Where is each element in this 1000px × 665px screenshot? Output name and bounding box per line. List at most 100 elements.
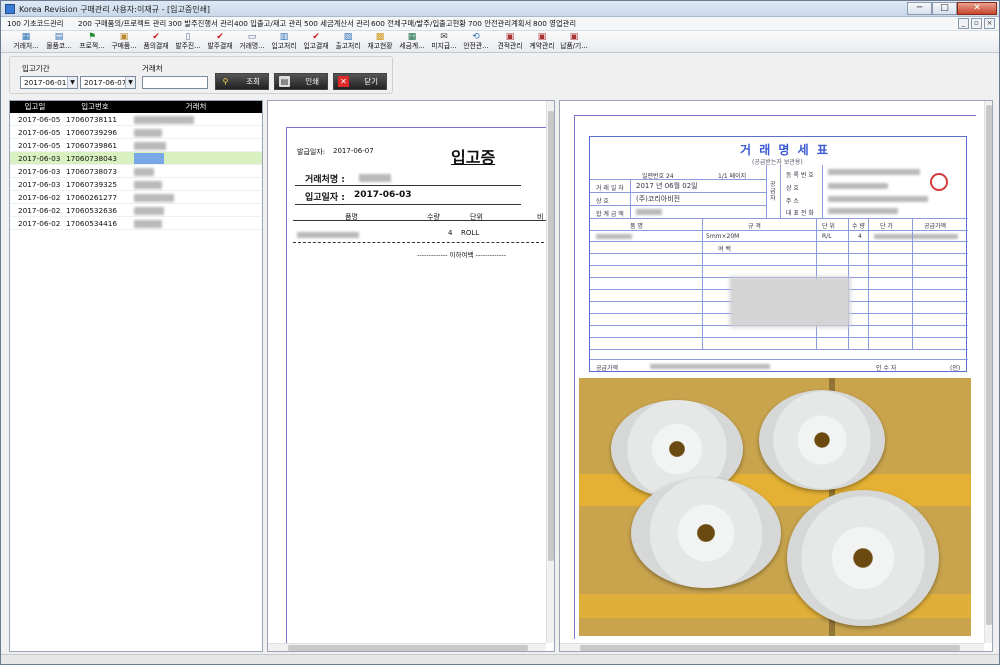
search-button[interactable]: ⚲ 조회 <box>215 73 269 90</box>
attachment-preview: 거 래 명 세 표 (공급받는자 보관용) 일련번호 24 1/1 페이지 거 … <box>559 100 993 652</box>
menu-purchase-project[interactable]: 200 구매품의/프로젝트 관리 <box>78 19 166 29</box>
vendor-label: 거래처 <box>142 64 163 73</box>
col-vendor-header[interactable]: 거래처 <box>130 101 262 113</box>
tb-inbound-approval-button[interactable]: ✔ 입고결재 <box>301 32 331 52</box>
menu-overall-status[interactable]: 600 전체구매/발주/입출고현황 <box>371 19 466 29</box>
doc-icon: ▭ <box>247 32 257 42</box>
col-qty: 수량 <box>427 213 440 221</box>
search-icon: ⚲ <box>222 77 229 86</box>
table-row[interactable]: 2017-06-02 17060532636 <box>10 204 262 217</box>
cart-icon: ▣ <box>119 32 129 42</box>
redacted-stamp <box>730 277 850 327</box>
table-row[interactable]: 2017-06-05 17060739296 <box>10 126 262 139</box>
check-icon: ✔ <box>312 32 320 42</box>
tb-tax-button[interactable]: ▦ 세금계... <box>397 32 427 52</box>
tb-order-progress-button[interactable]: ▯ 발주진... <box>173 32 203 52</box>
tb-safety-button[interactable]: ⟲ 안전관... <box>461 32 491 52</box>
app-window: Korea Revision 구매관리 사용자:이재규 - [입고증인쇄] ─ … <box>0 0 1000 665</box>
attachment-page: 거 래 명 세 표 (공급받는자 보관용) 일련번호 24 1/1 페이지 거 … <box>574 115 976 639</box>
receipt-preview: 발급일자: 2017-06-07 입고증 거래처명 : 입고일자 : 2017-… <box>267 100 555 652</box>
item-unit: ROLL <box>461 229 480 237</box>
tb-contract-button[interactable]: ▣ 계약관리 <box>527 32 557 52</box>
menu-order-progress[interactable]: 300 발주진행서 관리 <box>168 19 234 29</box>
tb-delivery-button[interactable]: ▣ 납품/기... <box>559 32 589 52</box>
close-button[interactable]: ✕ 닫기 <box>333 73 387 90</box>
tb-project-button[interactable]: ⚑ 프로젝... <box>77 32 107 52</box>
item-qty: 4 <box>448 229 453 237</box>
company-seal <box>930 173 948 191</box>
calc-icon: ▦ <box>407 32 417 42</box>
book-icon: ▣ <box>537 32 547 42</box>
table-row[interactable]: 2017-06-02 17060261277 <box>10 191 262 204</box>
check-icon: ✔ <box>152 32 160 42</box>
date-from-picker[interactable]: 2017-06-01 ▼ <box>20 76 78 89</box>
menu-bar: 100 기초코드관리 200 구매품의/프로젝트 관리 300 발주진행서 관리… <box>1 17 999 31</box>
blank-marker: ------------- 이하여백 ------------- <box>417 251 507 259</box>
table-row[interactable]: 2017-06-02 17060534416 <box>10 217 262 230</box>
menu-safety-plan[interactable]: 700 안전관리계획서 <box>468 19 531 29</box>
close-icon: ✕ <box>338 76 349 87</box>
receipt-vscroll[interactable] <box>546 101 554 643</box>
receipt-title: 입고증 <box>451 148 496 167</box>
filter-panel: 입고기간 거래처 2017-06-01 ▼ 2017-06-07 ▼ ⚲ 조회 ▤ 인쇄… <box>9 56 393 94</box>
menu-sales[interactable]: 800 영업관리 <box>533 19 576 29</box>
chevron-down-icon[interactable]: ▼ <box>125 77 135 88</box>
maximize-button[interactable]: □ <box>932 2 957 15</box>
col-unit: 단위 <box>470 213 483 221</box>
spool-image <box>759 390 885 490</box>
receipt-page: 발급일자: 2017-06-07 입고증 거래처명 : 입고일자 : 2017-… <box>286 127 549 645</box>
close-window-button[interactable]: ✕ <box>957 2 997 15</box>
book-icon: ▣ <box>569 32 579 42</box>
mdi-restore-button[interactable]: ▫ <box>971 18 982 29</box>
menu-tax-invoice[interactable]: 500 세금계산서 관리 <box>304 19 370 29</box>
chevron-down-icon[interactable]: ▼ <box>67 77 77 88</box>
inbox-icon: ▥ <box>279 32 289 42</box>
book-icon: ▣ <box>505 32 515 42</box>
status-bar <box>1 654 999 664</box>
tb-purchase-button[interactable]: ▣ 구매품... <box>109 32 139 52</box>
col-extra: 비 <box>537 213 544 221</box>
tb-statement-button[interactable]: ▭ 거래명... <box>237 32 267 52</box>
menu-basic-code[interactable]: 100 기초코드관리 <box>7 19 64 29</box>
tb-order-approval-button[interactable]: ✔ 발주결재 <box>205 32 235 52</box>
tb-stock-button[interactable]: ▩ 재고현황 <box>365 32 395 52</box>
col-item: 품명 <box>345 213 358 221</box>
table-row[interactable]: 2017-06-05 17060739861 <box>10 139 262 152</box>
toolbar: ▦ 거래처... ▤ 물품코... ⚑ 프로젝... ▣ 구매품... ✔ 품의결재 ▯ 발… <box>1 31 999 53</box>
date-to-picker[interactable]: 2017-06-07 ▼ <box>80 76 136 89</box>
tb-outbound-button[interactable]: ▧ 출고처리 <box>333 32 363 52</box>
app-icon <box>5 4 15 14</box>
col-date-header[interactable]: 입고일 <box>10 101 60 113</box>
menu-inventory[interactable]: 400 입출고/재고 관리 <box>234 19 302 29</box>
attachment-hscroll[interactable] <box>560 643 984 651</box>
tb-vendor-button[interactable]: ▦ 거래처... <box>11 32 41 52</box>
tb-approval-button[interactable]: ✔ 품의결재 <box>141 32 171 52</box>
tb-unpaid-button[interactable]: ✉ 미지급... <box>429 32 459 52</box>
minimize-button[interactable]: ─ <box>907 2 932 15</box>
outbox-icon: ▧ <box>343 32 353 42</box>
print-button[interactable]: ▤ 인쇄 <box>274 73 328 90</box>
issue-date-value: 2017-06-07 <box>333 147 374 155</box>
mdi-close-button[interactable]: × <box>984 18 995 29</box>
col-no-header[interactable]: 입고번호 <box>60 101 130 113</box>
table-row[interactable]: 2017-06-05 17060738111 <box>10 113 262 126</box>
printer-icon: ▤ <box>279 76 290 87</box>
receipt-hscroll[interactable] <box>268 643 546 651</box>
window-title: Korea Revision 구매관리 사용자:이재규 - [입고증인쇄] <box>19 5 211 14</box>
tb-estimate-button[interactable]: ▣ 견적관리 <box>495 32 525 52</box>
spool-image <box>631 478 781 588</box>
statement-title: 거 래 명 세 표 <box>740 143 830 157</box>
spool-image <box>787 490 939 626</box>
inbound-list: 입고일 입고번호 거래처 2017-06-05 17060738111 2017-… <box>9 100 263 652</box>
table-row[interactable]: 2017-06-03 17060738073 <box>10 165 262 178</box>
product-photo <box>579 378 971 636</box>
box-icon: ▤ <box>54 32 64 42</box>
table-row[interactable]: 2017-06-03 17060739325 <box>10 178 262 191</box>
mdi-minimize-button[interactable]: _ <box>958 18 969 29</box>
inbound-date-value: 2017-06-03 <box>354 190 412 200</box>
table-row-selected[interactable]: 2017-06-03 17060738043 <box>10 152 262 165</box>
attachment-vscroll[interactable] <box>984 101 992 643</box>
tb-item-code-button[interactable]: ▤ 물품코... <box>44 32 74 52</box>
vendor-input[interactable] <box>142 76 208 89</box>
tb-inbound-button[interactable]: ▥ 입고처리 <box>269 32 299 52</box>
